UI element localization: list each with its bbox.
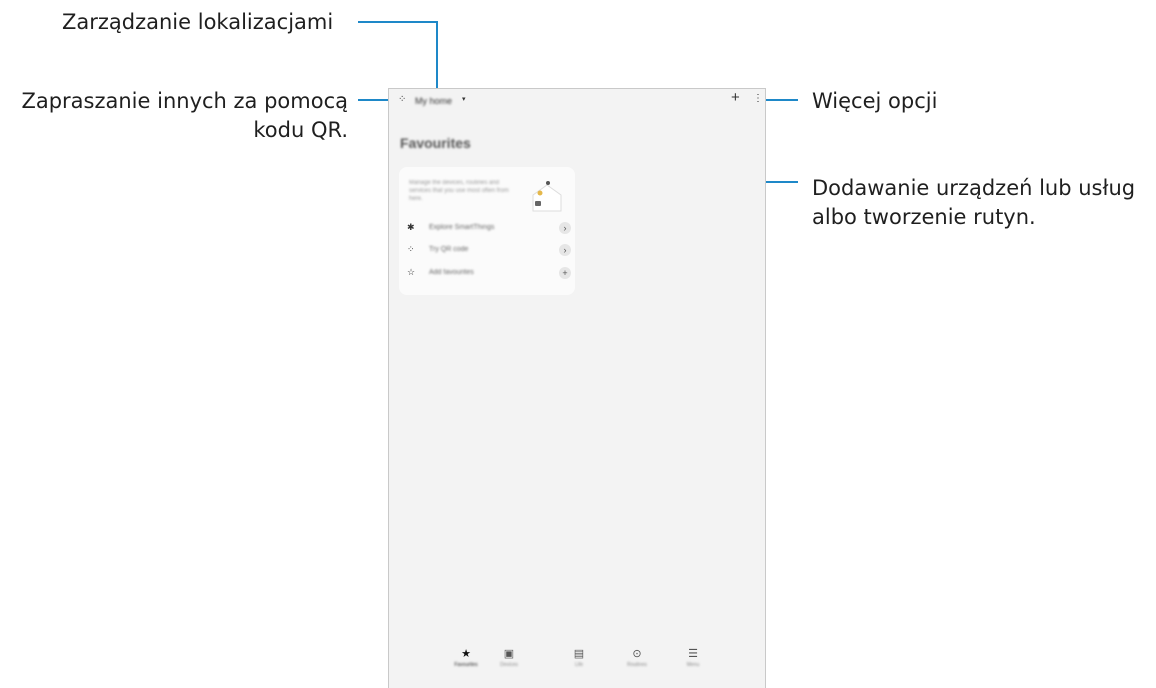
more-options-icon[interactable]: ⋮ [753,93,763,104]
section-title: Favourites [400,135,471,151]
chevron-right-icon[interactable]: › [559,244,571,256]
nav-routines[interactable]: ⊙ Routines [617,647,657,668]
life-icon: ▤ [573,648,585,660]
chevron-down-icon[interactable]: ▾ [462,95,466,103]
leader-line-locations-h [358,21,438,23]
leader-line-locations-v [436,21,438,91]
add-icon[interactable]: + [731,89,740,106]
list-item[interactable]: ⁘ Try QR code › [407,244,571,258]
list-item-label: Add favourites [429,269,474,276]
chevron-right-icon[interactable]: › [559,222,571,234]
callout-add-devices-line1: Dodawanie urządzeń lub usług [812,176,1136,200]
nav-favourites[interactable]: ★ Favourites [446,647,486,668]
list-item-label: Try QR code [429,246,469,253]
callout-more-options: Więcej opcji [812,89,938,113]
list-item-label: Explore SmartThings [429,224,495,231]
qr-invite-icon[interactable]: ⁘ [398,94,406,105]
favourites-card: Manage the devices, routines and service… [399,167,575,295]
nav-label: Routines [627,662,647,668]
star-outline-icon: ☆ [407,267,416,277]
nav-label: Devices [500,662,518,668]
leader-line-more [766,99,798,101]
list-item[interactable]: ✱ Explore SmartThings › [407,222,571,236]
nav-label: Favourites [454,662,478,668]
list-item[interactable]: ☆ Add favourites + [407,267,571,281]
card-description: Manage the devices, routines and service… [409,180,509,202]
callout-invite-qr-line1: Zapraszanie innych za pomocą [21,89,348,113]
play-circle-icon: ⊙ [632,648,642,660]
star-icon: ★ [461,648,471,660]
device-screen: ⁘ My home ▾ + ⋮ Favourites Manage the de… [388,88,766,688]
qr-icon: ⁘ [407,244,415,254]
nav-menu[interactable]: ☰ Menu [673,647,713,668]
nav-devices[interactable]: ▣ Devices [489,647,529,668]
sparkle-icon: ✱ [407,222,415,232]
nav-life[interactable]: ▤ Life [559,647,599,668]
callout-invite-qr-line2: kodu QR. [253,118,348,142]
nav-label: Menu [686,662,700,668]
callout-manage-locations: Zarządzanie lokalizacjami [62,10,334,34]
nav-label: Life [574,662,584,668]
menu-icon: ☰ [688,648,698,660]
devices-icon: ▣ [503,648,515,660]
plus-icon[interactable]: + [559,267,571,279]
leader-line-qr [358,99,388,101]
home-illustration-icon [532,181,562,212]
location-selector[interactable]: My home [415,96,452,106]
callout-add-devices-line2: albo tworzenie rutyn. [812,205,1036,229]
